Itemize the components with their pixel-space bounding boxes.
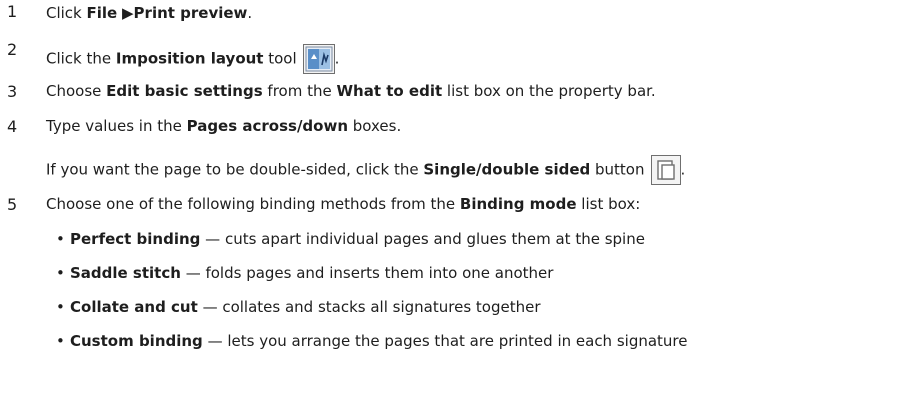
step-text: Choose Edit basic settings from the What… xyxy=(46,82,656,100)
bullet-text: — cuts apart individual pages and glues … xyxy=(200,230,645,248)
single-double-sided-label: Single/double sided xyxy=(423,160,591,179)
menu-file: File xyxy=(86,4,118,22)
step-text-post: list box on the property bar. xyxy=(442,82,656,100)
menu-print-preview: Print preview xyxy=(133,4,248,22)
step-text: Type values in the Pages across/down box… xyxy=(46,117,401,135)
step-number: 3 xyxy=(7,82,18,101)
step-text-post: tool xyxy=(263,49,297,68)
step-text-pre: Click xyxy=(46,4,87,22)
bullet-text: — lets you arrange the pages that are pr… xyxy=(202,332,688,350)
option-edit-basic-settings: Edit basic settings xyxy=(106,82,263,100)
bullet-text: — collates and stacks all signatures tog… xyxy=(197,298,541,316)
bullet-glyph: • xyxy=(56,230,65,248)
bullet-label: Perfect binding xyxy=(70,230,201,248)
step-number: 1 xyxy=(7,2,18,21)
note-text-trail: . xyxy=(680,160,686,179)
step-number: 2 xyxy=(7,40,18,59)
step-text-post: list box: xyxy=(576,195,641,213)
step-number: 4 xyxy=(7,117,18,136)
step-text: Choose one of the following binding meth… xyxy=(46,195,640,213)
menu-arrow-icon: ▶ xyxy=(122,4,134,22)
step-text: Click File ▶Print preview. xyxy=(46,4,252,22)
step-text-pre: Choose one of the following binding meth… xyxy=(46,195,460,213)
step-text-trail: . xyxy=(334,49,340,68)
single-double-sided-icon xyxy=(650,155,681,185)
step-number: 5 xyxy=(7,195,18,214)
pages-across-down-label: Pages across/down xyxy=(186,117,349,135)
bullet-glyph: • xyxy=(56,332,65,350)
bullet-glyph: • xyxy=(56,264,65,282)
note-text-pre: If you want the page to be double-sided,… xyxy=(46,160,424,179)
bullet-label: Custom binding xyxy=(70,332,203,350)
bullet-row: • Perfect binding — cuts apart individual… xyxy=(56,230,645,248)
bullet-glyph: • xyxy=(56,298,65,316)
step-text-pre: Choose xyxy=(46,82,107,100)
imposition-layout-icon xyxy=(302,44,335,74)
note-text-post: button xyxy=(590,160,645,179)
step-text-post: . xyxy=(247,4,253,22)
binding-mode-label: Binding mode xyxy=(459,195,577,213)
step-text-pre: Click the xyxy=(46,49,116,68)
step-text-post: boxes. xyxy=(348,117,402,135)
note-text: If you want the page to be double-sided,… xyxy=(46,155,685,185)
what-to-edit-label: What to edit xyxy=(336,82,443,100)
step-text: Click the Imposition layout tool . xyxy=(46,44,339,74)
step-text-pre: Type values in the xyxy=(46,117,187,135)
bullet-label: Collate and cut xyxy=(70,298,198,316)
bullet-row: • Saddle stitch — folds pages and inserts… xyxy=(56,264,553,282)
bullet-row: • Custom binding — lets you arrange the p… xyxy=(56,332,688,350)
bullet-label: Saddle stitch xyxy=(70,264,181,282)
bullet-row: • Collate and cut — collates and stacks a… xyxy=(56,298,541,316)
tool-name: Imposition layout xyxy=(115,49,264,68)
bullet-text: — folds pages and inserts them into one … xyxy=(180,264,554,282)
step-text-mid: from the xyxy=(262,82,337,100)
